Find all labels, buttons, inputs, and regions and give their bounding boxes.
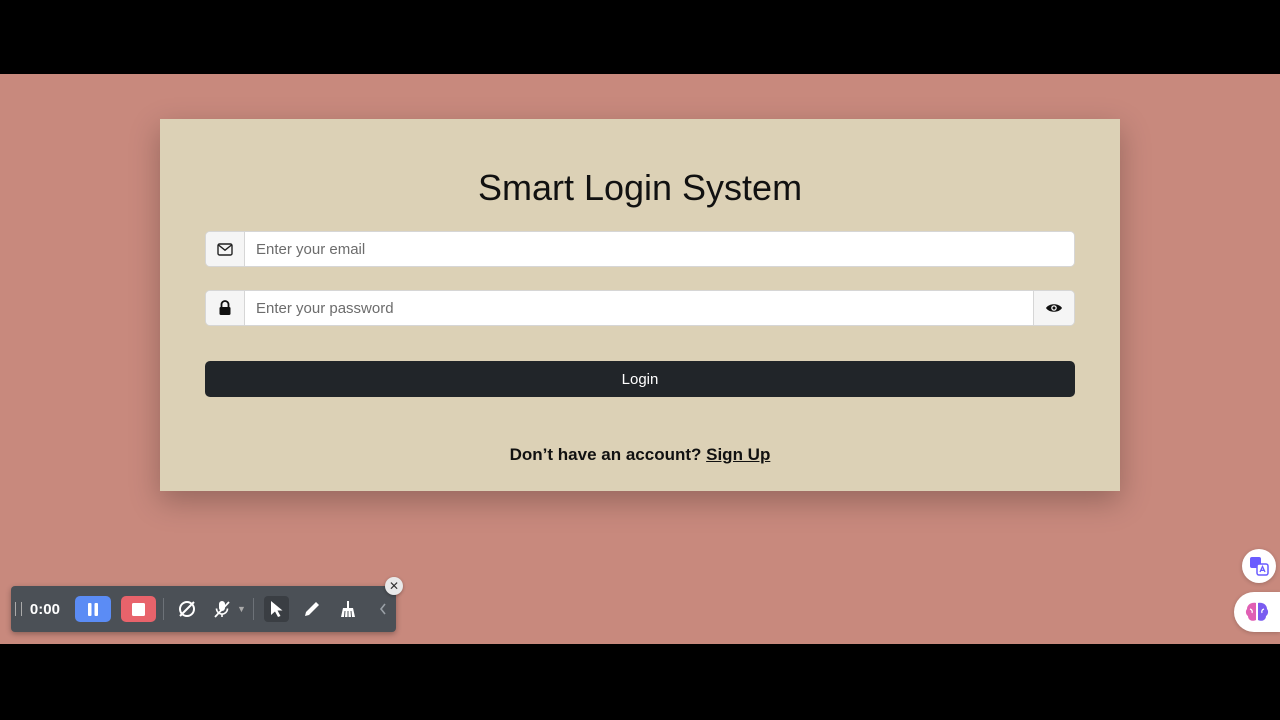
envelope-icon bbox=[206, 232, 245, 266]
pause-button[interactable] bbox=[75, 596, 111, 622]
login-card: Smart Login System Login Don’t have an a… bbox=[160, 119, 1120, 491]
recorder-toolbar: 0:00 ▼ bbox=[11, 586, 396, 632]
page-title: Smart Login System bbox=[477, 167, 803, 208]
toolbar-divider bbox=[252, 598, 254, 620]
lock-icon bbox=[206, 291, 245, 325]
password-input[interactable] bbox=[245, 291, 1033, 325]
signup-prompt: Don’t have an account? bbox=[509, 445, 702, 464]
translate-icon[interactable] bbox=[1242, 549, 1276, 583]
recording-timer: 0:00 bbox=[29, 600, 60, 618]
page-background: Smart Login System Login Don’t have an a… bbox=[0, 74, 1280, 644]
password-field-group bbox=[205, 290, 1075, 326]
brain-icon[interactable] bbox=[1234, 592, 1280, 632]
mic-off-icon[interactable] bbox=[209, 596, 235, 622]
chevron-left-icon[interactable] bbox=[370, 596, 396, 622]
stop-icon bbox=[131, 602, 145, 616]
chevron-down-icon[interactable]: ▼ bbox=[237, 604, 246, 614]
camera-off-icon[interactable] bbox=[174, 596, 200, 622]
drag-handle[interactable] bbox=[15, 602, 22, 616]
signup-link[interactable]: Sign Up bbox=[706, 445, 770, 464]
eye-icon[interactable] bbox=[1033, 291, 1074, 325]
stop-button[interactable] bbox=[120, 596, 156, 622]
pen-icon[interactable] bbox=[299, 596, 325, 622]
email-input[interactable] bbox=[245, 232, 1074, 266]
broom-icon[interactable] bbox=[335, 596, 361, 622]
signup-row: Don’t have an account? Sign Up bbox=[160, 445, 1120, 465]
cursor-icon[interactable] bbox=[263, 596, 290, 622]
login-button[interactable]: Login bbox=[205, 361, 1075, 397]
email-field-group bbox=[205, 231, 1075, 267]
toolbar-divider bbox=[162, 598, 164, 620]
close-recorder-button[interactable]: ✕ bbox=[385, 577, 403, 595]
pause-icon bbox=[87, 602, 98, 616]
